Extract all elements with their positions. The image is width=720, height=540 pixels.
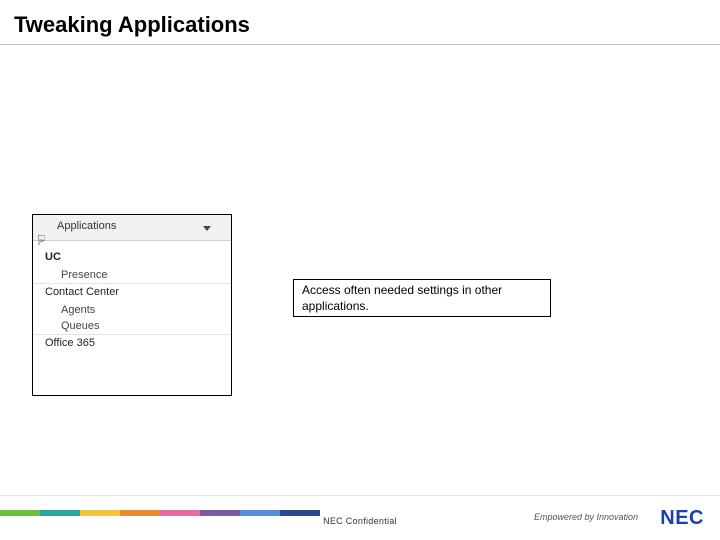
footer-tagline: Empowered by Innovation [534,512,638,522]
applications-dropdown: Applications ☟ UC Presence Contact Cente… [32,214,232,396]
nec-logo-text: NEC [660,507,704,529]
dropdown-item-uc[interactable]: UC [33,247,231,267]
dropdown-item-contact-center[interactable]: Contact Center [33,283,231,302]
dropdown-header-label: Applications [57,220,116,232]
footer-divider [0,495,720,496]
dropdown-item-presence[interactable]: Presence [33,267,231,283]
dropdown-item-queues[interactable]: Queues [33,318,231,334]
footer-logo: NEC [660,507,704,530]
dropdown-item-office365[interactable]: Office 365 [33,334,231,353]
title-divider [0,44,720,45]
chevron-down-icon [203,226,211,231]
callout-box: Access often needed settings in other ap… [293,279,551,317]
cursor-icon: ☟ [37,233,46,247]
dropdown-item-agents[interactable]: Agents [33,302,231,318]
dropdown-body: UC Presence Contact Center Agents Queues… [33,241,231,353]
slide-title: Tweaking Applications [14,12,250,38]
slide: Tweaking Applications Applications ☟ UC … [0,0,720,540]
dropdown-header[interactable]: Applications ☟ [33,215,231,241]
